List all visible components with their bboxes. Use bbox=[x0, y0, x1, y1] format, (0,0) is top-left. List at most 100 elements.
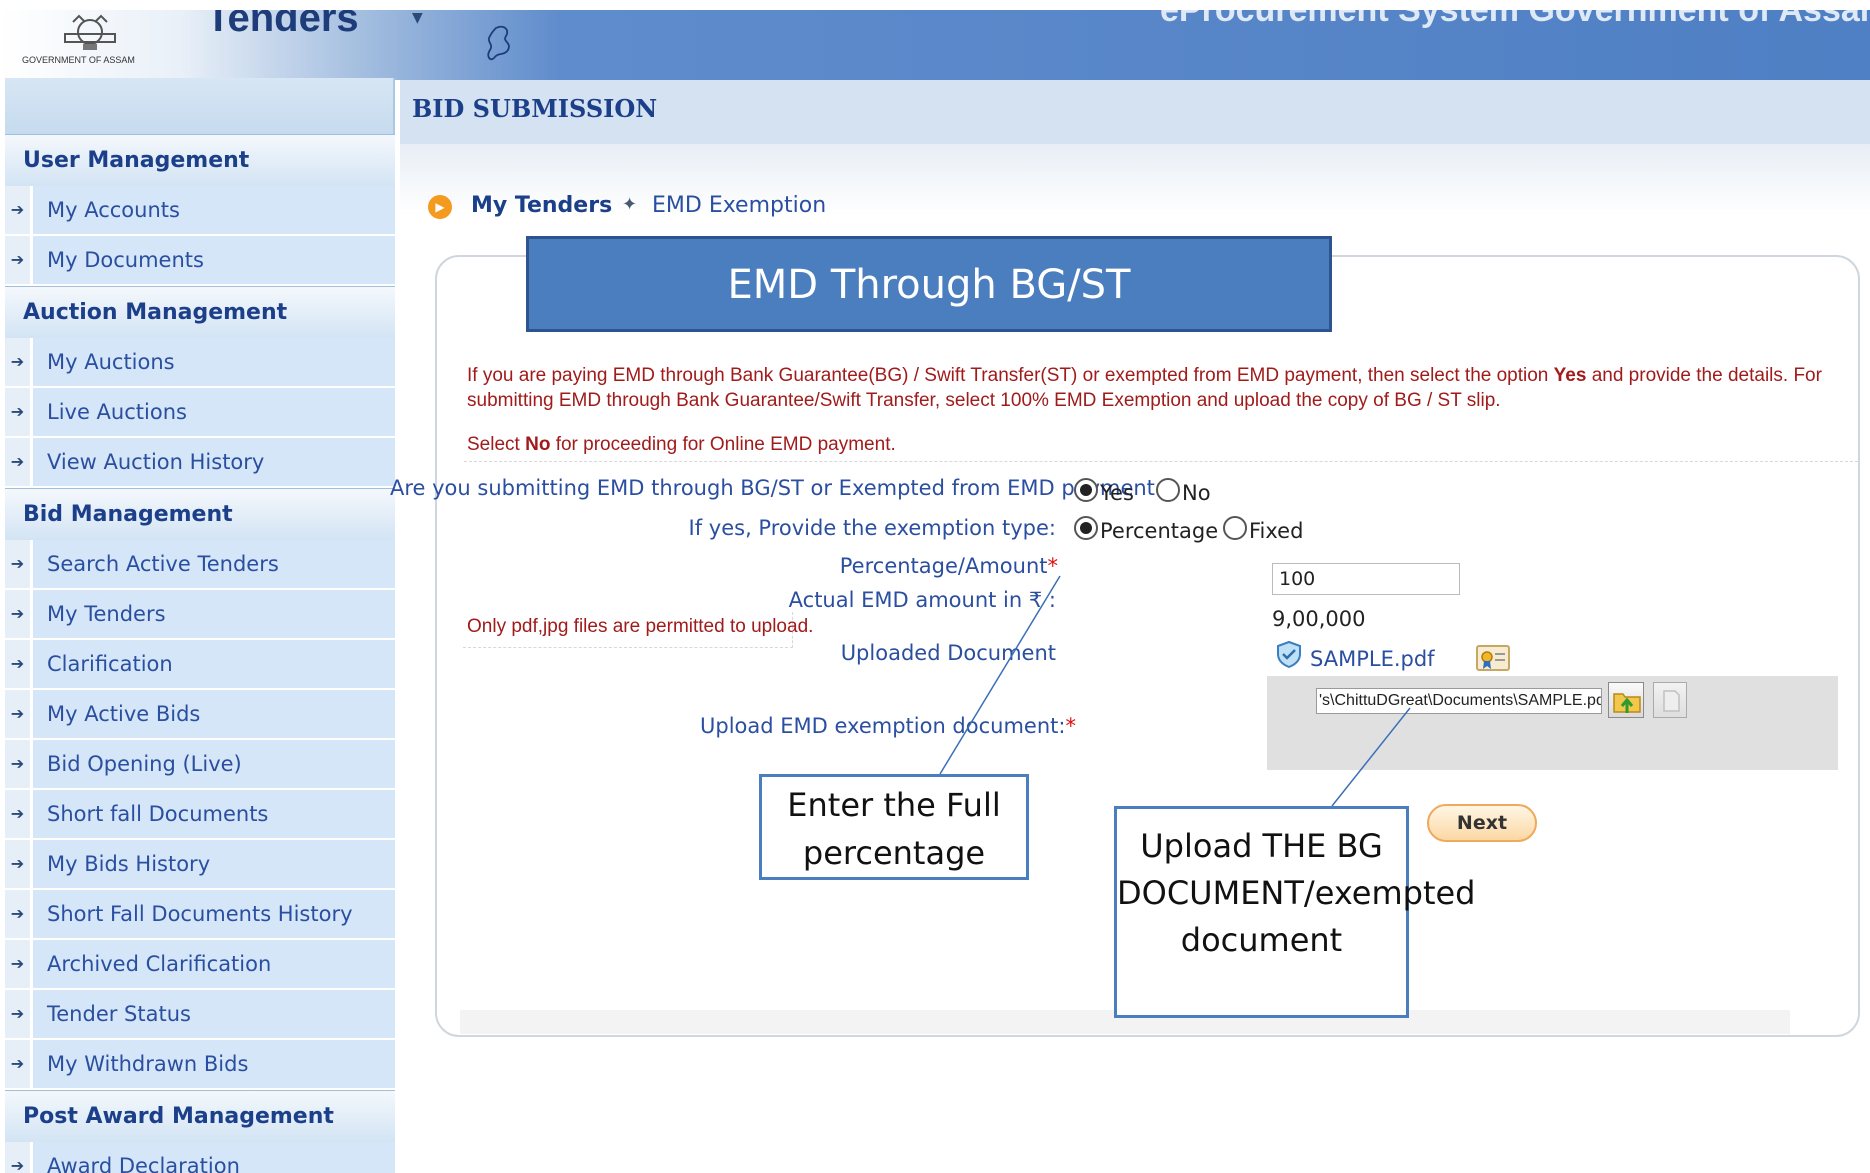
sidebar-item-label: Archived Clarification bbox=[47, 952, 272, 976]
sidebar-item-clarification[interactable]: ➔ Clarification bbox=[5, 640, 395, 690]
sidebar-item-bid-opening-live[interactable]: ➔ Bid Opening (Live) bbox=[5, 740, 395, 790]
arrow-right-icon: ➔ bbox=[5, 790, 33, 838]
arrow-right-icon: ➔ bbox=[5, 1040, 33, 1088]
page-title: BID SUBMISSION bbox=[412, 94, 658, 123]
arrow-right-icon: ➔ bbox=[5, 890, 33, 938]
uploaded-document-link[interactable]: SAMPLE.pdf bbox=[1310, 647, 1435, 671]
arrow-right-icon: ➔ bbox=[5, 690, 33, 738]
arrow-right-icon: ➔ bbox=[5, 840, 33, 888]
divider bbox=[464, 461, 1858, 462]
section-gradient bbox=[400, 144, 1870, 216]
emd-no-radio[interactable] bbox=[1156, 478, 1180, 502]
required-mark: * bbox=[1065, 714, 1076, 738]
sidebar-item-award-declaration[interactable]: ➔ Award Declaration bbox=[5, 1142, 395, 1173]
browse-file-button[interactable] bbox=[1608, 682, 1644, 718]
assam-map-icon bbox=[487, 25, 510, 61]
percentage-radio[interactable] bbox=[1074, 516, 1098, 540]
sidebar-top bbox=[5, 78, 395, 134]
sidebar-item-view-auction-history[interactable]: ➔ View Auction History bbox=[5, 438, 395, 488]
fixed-radio[interactable] bbox=[1223, 516, 1247, 540]
arrow-right-icon: ➔ bbox=[5, 1142, 33, 1173]
sidebar-item-short-fall-documents[interactable]: ➔ Short fall Documents bbox=[5, 790, 395, 840]
chevron-down-icon[interactable]: ▼ bbox=[412, 10, 423, 26]
emd-yes-label: Yes bbox=[1100, 481, 1134, 505]
sidebar-item-my-bids-history[interactable]: ➔ My Bids History bbox=[5, 840, 395, 890]
arrow-right-icon: ➔ bbox=[5, 590, 33, 638]
arrow-right-icon: ➔ bbox=[5, 540, 33, 588]
sidebar-item-label: Bid Opening (Live) bbox=[47, 752, 242, 776]
pct-amount-label: Percentage/Amount* bbox=[839, 554, 1059, 578]
emd-question-label: Are you submitting EMD through BG/ST or … bbox=[390, 476, 1162, 500]
upload-area: 's\ChittuDGreat\Documents\SAMPLE.pdf bbox=[1267, 676, 1838, 770]
file-clear-icon bbox=[1663, 690, 1680, 712]
sidebar-item-my-withdrawn-bids[interactable]: ➔ My Withdrawn Bids bbox=[5, 1040, 395, 1090]
callout-enter-percentage: Enter the Full percentage bbox=[759, 774, 1029, 880]
sidebar-item-my-accounts[interactable]: ➔ My Accounts bbox=[5, 186, 395, 236]
sidebar-group-bid-management: Bid Management bbox=[5, 488, 395, 540]
sidebar-item-label: View Auction History bbox=[47, 450, 265, 474]
sidebar-group-user-management: User Management bbox=[5, 134, 395, 186]
sidebar-item-live-auctions[interactable]: ➔ Live Auctions bbox=[5, 388, 395, 438]
sidebar-item-label: Tender Status bbox=[47, 1002, 191, 1026]
system-title: eProcurement System Government of Assam bbox=[1160, 10, 1870, 29]
breadcrumb-my-tenders-link[interactable]: My Tenders bbox=[471, 193, 612, 218]
brand-title: Tenders bbox=[206, 10, 359, 40]
sidebar-item-short-fall-documents-history[interactable]: ➔ Short Fall Documents History bbox=[5, 890, 395, 940]
percentage-label: Percentage bbox=[1100, 519, 1219, 543]
arrow-right-icon: ➔ bbox=[5, 338, 33, 386]
sidebar-item-label: Search Active Tenders bbox=[47, 552, 279, 576]
arrow-right-icon: ➔ bbox=[5, 388, 33, 436]
exemption-type-label: If yes, Provide the exemption type: bbox=[688, 516, 1056, 540]
emd-yes-radio[interactable] bbox=[1074, 478, 1098, 502]
breadcrumb-bullet-icon: ▶ bbox=[428, 195, 452, 219]
sidebar-item-label: Short Fall Documents History bbox=[47, 902, 353, 926]
arrow-right-icon: ➔ bbox=[5, 186, 33, 234]
certificate-icon[interactable] bbox=[1475, 642, 1511, 674]
sidebar-item-label: My Accounts bbox=[47, 198, 180, 222]
sidebar-item-tender-status[interactable]: ➔ Tender Status bbox=[5, 990, 395, 1040]
sidebar-item-my-documents[interactable]: ➔ My Documents bbox=[5, 236, 395, 286]
clear-file-button[interactable] bbox=[1653, 682, 1687, 718]
emd-no-label: No bbox=[1182, 481, 1211, 505]
uploaded-document-label: Uploaded Document bbox=[840, 641, 1056, 665]
sidebar-group-auction-management: Auction Management bbox=[5, 286, 395, 338]
sidebar-item-search-active-tenders[interactable]: ➔ Search Active Tenders bbox=[5, 540, 395, 590]
sidebar-item-label: Short fall Documents bbox=[47, 802, 269, 826]
arrow-right-icon: ➔ bbox=[5, 990, 33, 1038]
sidebar-item-label: My Bids History bbox=[47, 852, 211, 876]
government-emblem-icon bbox=[64, 14, 116, 50]
arrow-right-icon: ➔ bbox=[5, 640, 33, 688]
header-banner: GOVERNMENT OF ASSAM Tenders ▼ eProcureme… bbox=[0, 10, 1870, 80]
main-content: BID SUBMISSION ▶ My Tenders ✦ EMD Exempt… bbox=[390, 80, 1870, 1173]
next-button[interactable]: Next bbox=[1427, 804, 1537, 842]
actual-emd-value: 9,00,000 bbox=[1272, 607, 1366, 631]
sidebar-item-label: My Tenders bbox=[47, 602, 166, 626]
sidebar-item-label: My Auctions bbox=[47, 350, 175, 374]
fixed-label: Fixed bbox=[1249, 519, 1304, 543]
sidebar-item-label: Live Auctions bbox=[47, 400, 187, 424]
required-mark: * bbox=[1047, 554, 1059, 578]
emd-title-callout: EMD Through BG/ST bbox=[526, 236, 1332, 332]
file-path-input[interactable]: 's\ChittuDGreat\Documents\SAMPLE.pdf bbox=[1316, 688, 1602, 714]
sidebar-item-label: Clarification bbox=[47, 652, 173, 676]
emd-instructions: If you are paying EMD through Bank Guara… bbox=[467, 365, 1822, 411]
breadcrumb-current: EMD Exemption bbox=[652, 193, 827, 218]
sidebar-item-label: My Withdrawn Bids bbox=[47, 1052, 249, 1076]
folder-upload-icon bbox=[1613, 693, 1641, 713]
document-shield-icon bbox=[1277, 640, 1301, 668]
arrow-right-icon: ➔ bbox=[5, 740, 33, 788]
emd-no-instruction: Select No for proceeding for Online EMD … bbox=[467, 434, 896, 455]
arrow-right-icon: ➔ bbox=[5, 438, 33, 486]
percentage-amount-input[interactable] bbox=[1272, 563, 1460, 595]
sidebar-item-my-auctions[interactable]: ➔ My Auctions bbox=[5, 338, 395, 388]
sidebar-item-archived-clarification[interactable]: ➔ Archived Clarification bbox=[5, 940, 395, 990]
sidebar-item-my-active-bids[interactable]: ➔ My Active Bids bbox=[5, 690, 395, 740]
callout-upload-document: Upload THE BG DOCUMENT/exempted document bbox=[1114, 806, 1475, 1018]
breadcrumb-separator-icon: ✦ bbox=[622, 194, 638, 215]
arrow-right-icon: ➔ bbox=[5, 940, 33, 988]
sidebar-item-my-tenders[interactable]: ➔ My Tenders bbox=[5, 590, 395, 640]
sidebar-item-label: My Documents bbox=[47, 248, 204, 272]
actual-emd-label: Actual EMD amount in ₹ : bbox=[788, 588, 1056, 612]
arrow-right-icon: ➔ bbox=[5, 236, 33, 284]
sidebar-item-label: Award Declaration bbox=[47, 1154, 240, 1173]
